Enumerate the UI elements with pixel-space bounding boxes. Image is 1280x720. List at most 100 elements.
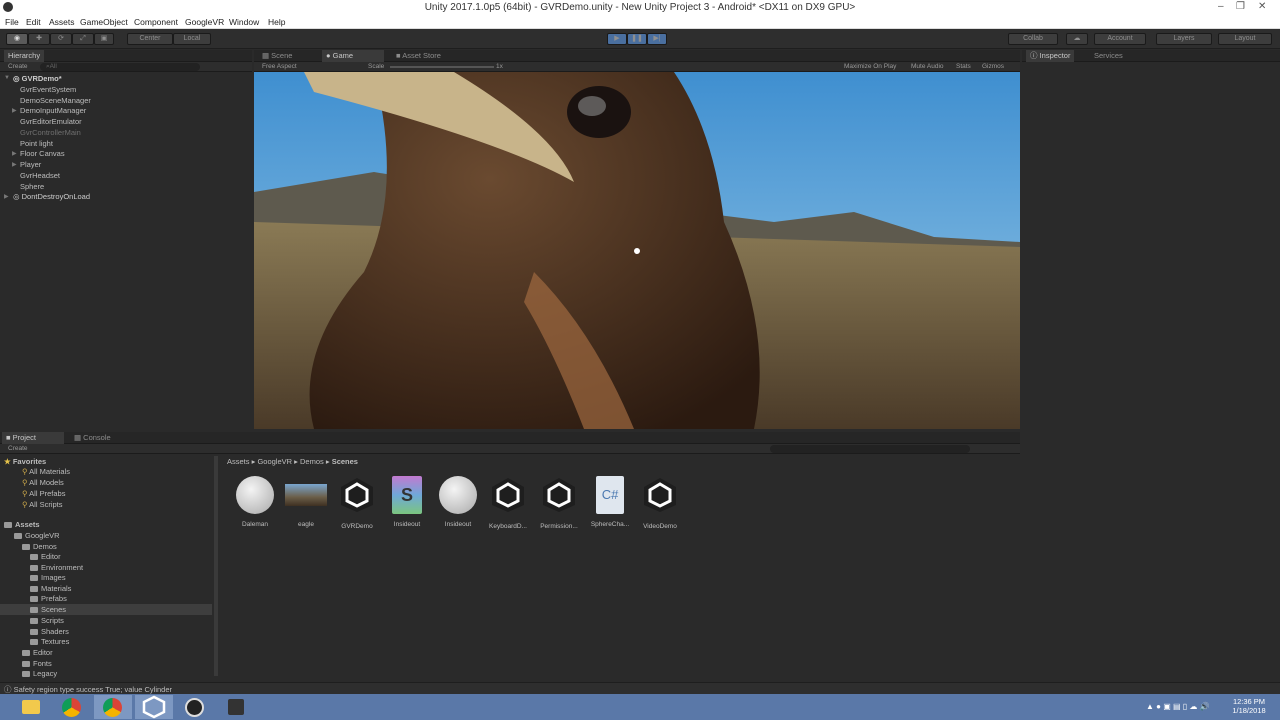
step-icon[interactable]: ▶|: [647, 33, 667, 45]
tree-folder[interactable]: Demos: [22, 542, 57, 551]
hierarchy-search-input[interactable]: ⌕All: [40, 63, 200, 71]
project-search-input[interactable]: [770, 445, 970, 453]
layout-dropdown[interactable]: Layout: [1218, 33, 1272, 45]
favorite-item[interactable]: ⚲ All Prefabs: [22, 489, 65, 498]
asset-tile[interactable]: KeyboardD...: [484, 476, 532, 530]
mute-audio-toggle[interactable]: Mute Audio: [911, 63, 944, 70]
scene-root[interactable]: ◎ GVRDemo*: [13, 74, 62, 83]
asset-tile[interactable]: VideoDemo: [636, 476, 684, 530]
rect-tool-icon[interactable]: ▣: [94, 33, 114, 45]
tree-folder[interactable]: Legacy: [22, 669, 57, 678]
gizmos-dropdown[interactable]: Gizmos: [982, 63, 1004, 70]
menu-help[interactable]: Help: [268, 17, 285, 27]
breadcrumb-googlevr[interactable]: GoogleVR: [257, 457, 292, 466]
pivot-local-button[interactable]: Local: [173, 33, 211, 45]
tree-folder[interactable]: GoogleVR: [14, 531, 60, 540]
tree-folder[interactable]: Materials: [30, 584, 71, 593]
menu-window[interactable]: Window: [229, 17, 259, 27]
favorite-item[interactable]: ⚲ All Scripts: [22, 500, 63, 509]
menu-edit[interactable]: Edit: [26, 17, 41, 27]
menu-gameobject[interactable]: GameObject: [80, 17, 128, 27]
obs-icon[interactable]: [176, 695, 214, 719]
scale-slider[interactable]: [390, 66, 494, 68]
maximize-on-play-toggle[interactable]: Maximize On Play: [844, 63, 896, 70]
hierarchy-create-button[interactable]: Create: [8, 63, 28, 70]
unity-icon[interactable]: [135, 695, 173, 719]
tree-folder[interactable]: Scripts: [30, 616, 64, 625]
hierarchy-item[interactable]: DemoInputManager: [20, 106, 86, 115]
tray-icons[interactable]: ▲ ● ▣ ▤ ▯ ☁ 🔊: [1146, 702, 1210, 711]
tree-folder[interactable]: Images: [30, 573, 66, 582]
hierarchy-item[interactable]: GvrEventSystem: [20, 85, 76, 94]
tab-console[interactable]: ▦ Console: [70, 432, 115, 444]
asset-tile[interactable]: eagle: [282, 476, 330, 528]
breadcrumb-assets[interactable]: Assets: [227, 457, 250, 466]
tree-folder-selected[interactable]: Scenes: [30, 605, 66, 614]
asset-tile[interactable]: Daleman: [231, 476, 279, 528]
chrome-icon[interactable]: [94, 695, 132, 719]
clock[interactable]: 12:36 PM 1/18/2018: [1228, 697, 1270, 715]
minimize-icon[interactable]: –: [1218, 1, 1224, 12]
hierarchy-item[interactable]: GvrHeadset: [20, 171, 60, 180]
asset-tile[interactable]: GVRDemo: [333, 476, 381, 530]
asset-tile[interactable]: Permission...: [535, 476, 583, 530]
tree-folder[interactable]: Editor: [30, 552, 61, 561]
aspect-dropdown[interactable]: Free Aspect: [262, 63, 297, 70]
favorites-header[interactable]: ★ Favorites: [4, 457, 46, 466]
stats-toggle[interactable]: Stats: [956, 63, 971, 70]
layers-dropdown[interactable]: Layers: [1156, 33, 1212, 45]
pivot-center-button[interactable]: Center: [127, 33, 173, 45]
tree-folder[interactable]: Fonts: [22, 659, 52, 668]
tree-scrollbar[interactable]: [214, 456, 218, 676]
move-tool-icon[interactable]: ✚: [28, 33, 50, 45]
game-view-render[interactable]: [254, 72, 1020, 429]
menu-file[interactable]: File: [5, 17, 19, 27]
app-icon[interactable]: [217, 695, 255, 719]
tab-scene[interactable]: ▦ Scene: [258, 50, 296, 62]
menu-component[interactable]: Component: [134, 17, 178, 27]
breadcrumb-demos[interactable]: Demos: [300, 457, 324, 466]
tree-folder[interactable]: Textures: [30, 637, 69, 646]
menu-bar: File Edit Assets GameObject Component Go…: [0, 15, 1280, 29]
tab-hierarchy[interactable]: Hierarchy: [4, 50, 45, 62]
dontdestroy-root[interactable]: ◎ DontDestroyOnLoad: [13, 192, 90, 201]
hierarchy-item[interactable]: Point light: [20, 139, 53, 148]
hierarchy-item[interactable]: GvrControllerMain: [20, 128, 81, 137]
file-explorer-icon[interactable]: [12, 695, 50, 719]
favorite-item[interactable]: ⚲ All Materials: [22, 467, 70, 476]
tree-folder[interactable]: Editor: [22, 648, 53, 657]
hierarchy-item[interactable]: GvrEditorEmulator: [20, 117, 82, 126]
collab-button[interactable]: Collab: [1008, 33, 1058, 45]
rotate-tool-icon[interactable]: ⟳: [50, 33, 72, 45]
maximize-icon[interactable]: ❐: [1236, 1, 1245, 12]
tree-folder[interactable]: Prefabs: [30, 594, 67, 603]
hierarchy-item[interactable]: Floor Canvas: [20, 149, 65, 158]
tab-game[interactable]: ● Game: [322, 50, 384, 62]
tab-project[interactable]: ■ Project: [2, 432, 64, 444]
hand-tool-icon[interactable]: ◉: [6, 33, 28, 45]
hierarchy-item[interactable]: DemoSceneManager: [20, 96, 91, 105]
favorite-item[interactable]: ⚲ All Models: [22, 478, 64, 487]
asset-tile[interactable]: Insideout: [434, 476, 482, 528]
tree-folder[interactable]: Shaders: [30, 627, 69, 636]
assets-root[interactable]: Assets: [4, 520, 40, 529]
chrome-icon[interactable]: [53, 695, 91, 719]
close-icon[interactable]: ✕: [1258, 1, 1266, 12]
cloud-icon[interactable]: ☁: [1066, 33, 1088, 45]
asset-tile[interactable]: C# SphereCha...: [586, 476, 634, 528]
scale-tool-icon[interactable]: ⤢: [72, 33, 94, 45]
tab-asset-store[interactable]: ■ Asset Store: [392, 50, 445, 62]
asset-tile[interactable]: S Insideout: [383, 476, 431, 528]
tree-folder[interactable]: Environment: [30, 563, 83, 572]
menu-assets[interactable]: Assets: [49, 17, 75, 27]
menu-googlevr[interactable]: GoogleVR: [185, 17, 224, 27]
hierarchy-item[interactable]: Player: [20, 160, 41, 169]
play-icon[interactable]: ▶: [607, 33, 627, 45]
project-create-button[interactable]: Create: [8, 445, 28, 452]
hierarchy-item[interactable]: Sphere: [20, 182, 44, 191]
tab-services[interactable]: Services: [1090, 50, 1127, 62]
pause-icon[interactable]: ❚❚: [627, 33, 647, 45]
tab-inspector[interactable]: ⓘ Inspector: [1026, 50, 1075, 62]
breadcrumb-scenes[interactable]: Scenes: [332, 457, 358, 466]
account-dropdown[interactable]: Account: [1094, 33, 1146, 45]
